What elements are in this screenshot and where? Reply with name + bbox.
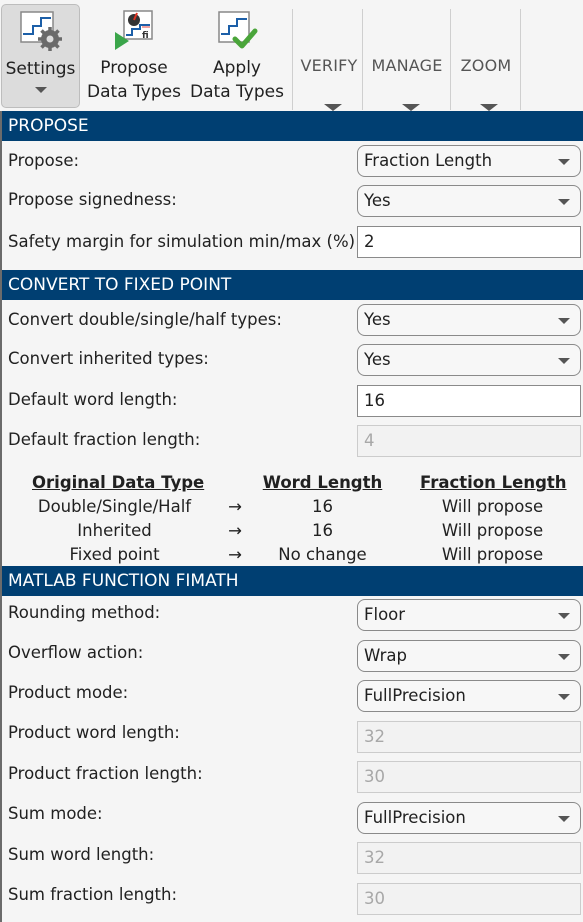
chevron-down-icon: [558, 159, 570, 165]
arrow-icon: →: [228, 521, 242, 540]
sum-word-length-label: Sum word length:: [8, 845, 155, 864]
product-word-length-label: Product word length:: [8, 723, 180, 742]
rounding-method-value: Floor: [364, 605, 406, 624]
product-mode-dropdown[interactable]: FullPrecision: [357, 680, 581, 712]
propose-label: Propose:: [8, 151, 80, 170]
column-header-original: Original Data Type: [32, 473, 205, 492]
safety-margin-label: Safety margin for simulation min/max (%)…: [8, 232, 361, 251]
column-header-word-length: Word Length: [262, 473, 383, 492]
table-row-word-length: No change: [278, 545, 367, 564]
safety-margin-input[interactable]: 2: [357, 226, 581, 258]
sum-mode-dropdown[interactable]: FullPrecision: [357, 802, 581, 834]
zoom-chevron-down-icon[interactable]: [480, 104, 498, 111]
settings-panel: PROPOSE Propose: Fraction Length Propose…: [0, 111, 583, 922]
verify-section[interactable]: VERIFY: [293, 56, 365, 75]
chevron-down-icon: [558, 613, 570, 619]
svg-text:fi: fi: [142, 31, 149, 41]
chevron-down-icon: [34, 87, 47, 93]
overflow-action-value: Wrap: [364, 646, 407, 665]
apply-label-line2: Data Types: [190, 82, 284, 102]
settings-button[interactable]: Settings: [1, 4, 80, 108]
propose-value: Fraction Length: [364, 151, 493, 170]
table-row-original: Inherited: [77, 521, 152, 540]
chevron-down-icon: [558, 654, 570, 660]
settings-label: Settings: [5, 59, 76, 79]
table-row-fraction-length: Will propose: [441, 521, 544, 540]
propose-dropdown[interactable]: Fraction Length: [357, 145, 581, 177]
convert-dsh-dropdown[interactable]: Yes: [357, 304, 581, 336]
signedness-value: Yes: [364, 191, 391, 210]
default-fraction-length-label: Default fraction length:: [8, 430, 201, 449]
sum-fraction-length-input: 30: [357, 883, 581, 915]
apply-data-types-icon: [215, 4, 259, 56]
convert-dsh-value: Yes: [364, 310, 391, 329]
signedness-dropdown[interactable]: Yes: [357, 185, 581, 217]
chevron-down-icon: [558, 318, 570, 324]
arrow-icon: →: [228, 497, 242, 516]
default-fraction-length-input: 4: [357, 425, 581, 457]
product-fraction-length-input: 30: [357, 761, 581, 793]
convert-dsh-label: Convert double/single/half types:: [8, 310, 282, 329]
convert-inherited-dropdown[interactable]: Yes: [357, 344, 581, 376]
sum-mode-label: Sum mode:: [8, 804, 103, 823]
product-fraction-length-label: Product fraction length:: [8, 764, 203, 783]
propose-label-line2: Data Types: [87, 82, 181, 102]
arrow-icon: →: [228, 545, 242, 564]
zoom-section[interactable]: ZOOM: [451, 56, 521, 75]
section-header-fimath: MATLAB FUNCTION FIMATH: [2, 566, 583, 596]
toolbar-divider: [520, 9, 521, 110]
table-row-fraction-length: Will propose: [441, 497, 544, 516]
table-row-word-length: 16: [312, 521, 333, 540]
propose-label-line1: Propose: [100, 58, 168, 78]
table-row-fraction-length: Will propose: [441, 545, 544, 564]
product-word-length-input: 32: [357, 721, 581, 753]
table-row-original: Double/Single/Half: [37, 497, 192, 516]
toolstrip: Settings fi Propose Data Types Apply Dat…: [0, 0, 583, 111]
sum-mode-value: FullPrecision: [364, 808, 466, 827]
rounding-method-label: Rounding method:: [8, 603, 161, 622]
verify-chevron-down-icon[interactable]: [324, 104, 342, 111]
chevron-down-icon: [558, 694, 570, 700]
overflow-action-dropdown[interactable]: Wrap: [357, 640, 581, 672]
section-header-propose: PROPOSE: [2, 111, 583, 141]
sum-word-length-input: 32: [357, 842, 581, 874]
section-header-convert: CONVERT TO FIXED POINT: [2, 270, 583, 300]
column-header-fraction-length: Fraction Length: [420, 473, 567, 492]
table-row-original: Fixed point: [69, 545, 160, 564]
signedness-label: Propose signedness:: [8, 190, 177, 209]
product-mode-label: Product mode:: [8, 683, 129, 702]
chevron-down-icon: [558, 199, 570, 205]
settings-gear-icon: [19, 5, 63, 57]
propose-data-types-icon: fi: [112, 4, 156, 56]
apply-label-line1: Apply: [213, 58, 261, 78]
apply-data-types-button[interactable]: Apply Data Types: [190, 4, 284, 108]
chevron-down-icon: [558, 358, 570, 364]
rounding-method-dropdown[interactable]: Floor: [357, 599, 581, 631]
default-word-length-label: Default word length:: [8, 390, 178, 409]
chevron-down-icon: [558, 816, 570, 822]
convert-inherited-label: Convert inherited types:: [8, 349, 209, 368]
product-mode-value: FullPrecision: [364, 686, 466, 705]
manage-section[interactable]: MANAGE: [363, 56, 451, 75]
sum-fraction-length-label: Sum fraction length:: [8, 885, 178, 904]
propose-data-types-button[interactable]: fi Propose Data Types: [87, 4, 181, 108]
table-row-word-length: 16: [312, 497, 333, 516]
manage-chevron-down-icon[interactable]: [402, 104, 420, 111]
default-word-length-input[interactable]: 16: [357, 385, 581, 417]
overflow-action-label: Overflow action:: [8, 643, 144, 662]
convert-inherited-value: Yes: [364, 350, 391, 369]
